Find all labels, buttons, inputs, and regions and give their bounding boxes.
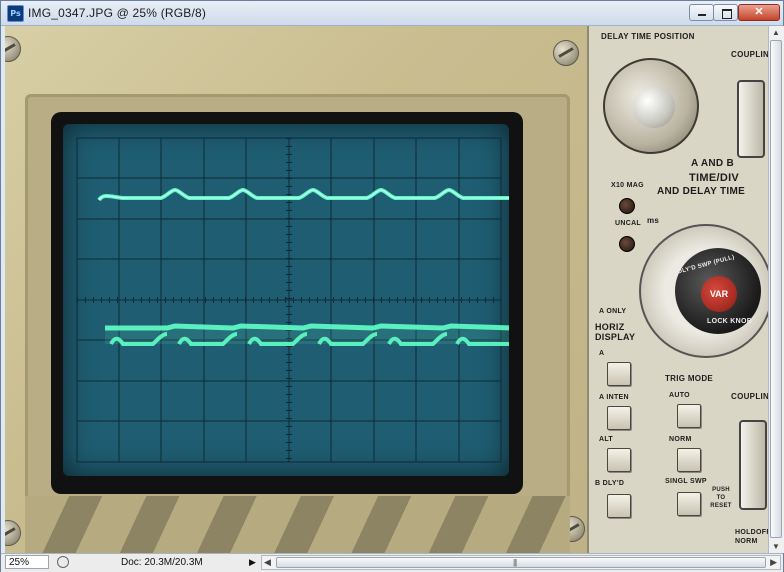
horizontal-scrollbar[interactable]: ◀ ||| ▶ — [261, 555, 781, 570]
crt-graticule-svg — [76, 137, 509, 463]
label-btn-auto: AUTO — [669, 392, 690, 399]
var-knob[interactable]: VAR — [701, 276, 737, 312]
label-btn-singl-swp: SINGL SWP — [665, 478, 707, 485]
scroll-grip-icon: ||| — [513, 558, 517, 567]
minimize-button[interactable] — [689, 4, 714, 21]
scroll-right-arrow-icon[interactable]: ▶ — [770, 556, 777, 569]
scope-bezel — [5, 26, 595, 553]
label-horiz-display: HORIZ DISPLAY — [595, 322, 636, 342]
title-bar[interactable]: Ps IMG_0347.JPG @ 25% (RGB/8) ✕ — [1, 1, 783, 26]
close-icon: ✕ — [754, 6, 764, 18]
label-coupling-bottom: COUPLING — [731, 392, 768, 401]
vertical-scrollbar[interactable]: ▲ ▼ — [768, 26, 784, 553]
status-bar: 25% Doc: 20.3M/20.3M ▶ ◀ ||| ▶ — [1, 553, 783, 572]
label-x10-mag: X10 MAG — [611, 182, 644, 189]
vertical-scroll-thumb[interactable] — [770, 40, 782, 538]
window-title: IMG_0347.JPG @ 25% (RGB/8) — [28, 6, 207, 20]
coupling-lever-top[interactable] — [737, 80, 765, 158]
delay-knob-cap — [633, 86, 675, 128]
x10-mag-lamp — [619, 198, 635, 214]
label-delay-time-position: DELAY TIME POSITION — [601, 32, 695, 41]
photoshop-app-icon: Ps — [7, 5, 24, 22]
horiz-display-a-button[interactable] — [607, 362, 631, 386]
label-ms: ms — [647, 216, 660, 225]
label-lock-knob: LOCK KNOB — [707, 318, 753, 325]
label-btn-a: A — [599, 350, 605, 357]
label-coupling-top: COUPLING — [731, 50, 768, 59]
coupling-lever-bottom[interactable] — [739, 420, 767, 510]
crt-screen — [63, 124, 509, 476]
maximize-icon — [722, 9, 732, 19]
horiz-display-b-dlyd-button[interactable] — [607, 494, 631, 518]
label-holdoff-norm: HOLDOFF NORM — [735, 529, 768, 545]
maximize-button[interactable] — [713, 4, 738, 21]
zoom-level-field[interactable]: 25% — [5, 555, 49, 569]
photoshop-document-window: Ps IMG_0347.JPG @ 25% (RGB/8) ✕ DELAY TI… — [0, 0, 784, 572]
label-btn-a-inten: A INTEN — [599, 394, 629, 401]
scroll-left-arrow-icon[interactable]: ◀ — [264, 556, 271, 569]
label-trig-mode: TRIG MODE — [665, 374, 714, 383]
screw-bottom-left — [5, 520, 21, 546]
label-time-div: TIME/DIV — [689, 172, 740, 184]
minimize-icon — [698, 14, 706, 16]
control-panel: DELAY TIME POSITION COUPLING A AND B TIM… — [587, 26, 768, 553]
label-a-only: A ONLY — [599, 308, 627, 315]
label-push-to-reset: PUSH TO RESET — [710, 487, 732, 509]
document-canvas[interactable]: DELAY TIME POSITION COUPLING A AND B TIM… — [5, 26, 768, 553]
trig-singl-swp-button[interactable] — [677, 492, 701, 516]
scroll-up-arrow-icon[interactable]: ▲ — [772, 28, 780, 37]
horiz-display-a-inten-button[interactable] — [607, 406, 631, 430]
label-uncal: UNCAL — [615, 220, 641, 227]
scroll-down-arrow-icon[interactable]: ▼ — [772, 542, 780, 551]
bezel-shadow-stripes — [25, 496, 570, 553]
uncal-lamp — [619, 236, 635, 252]
label-btn-alt: ALT — [599, 436, 613, 443]
trig-norm-button[interactable] — [677, 448, 701, 472]
label-btn-b-dlyd: B DLY'D — [595, 480, 625, 487]
status-menu-arrow-icon[interactable]: ▶ — [249, 557, 256, 568]
horizontal-scroll-thumb[interactable]: ||| — [276, 557, 766, 568]
label-btn-norm: NORM — [669, 436, 692, 443]
clock-icon[interactable] — [57, 556, 69, 568]
trig-auto-button[interactable] — [677, 404, 701, 428]
trace-channel-2-fill — [105, 328, 509, 344]
label-and-delay-time: AND DELAY TIME — [657, 186, 746, 197]
label-a-and-b: A AND B — [691, 158, 735, 169]
screw-top-left — [5, 36, 21, 62]
horiz-display-alt-button[interactable] — [607, 448, 631, 472]
close-button[interactable]: ✕ — [738, 4, 780, 21]
screw-top-right — [553, 40, 579, 66]
trace-channel-2-upper — [105, 323, 509, 331]
document-size-info[interactable]: Doc: 20.3M/20.3M — [121, 557, 203, 568]
